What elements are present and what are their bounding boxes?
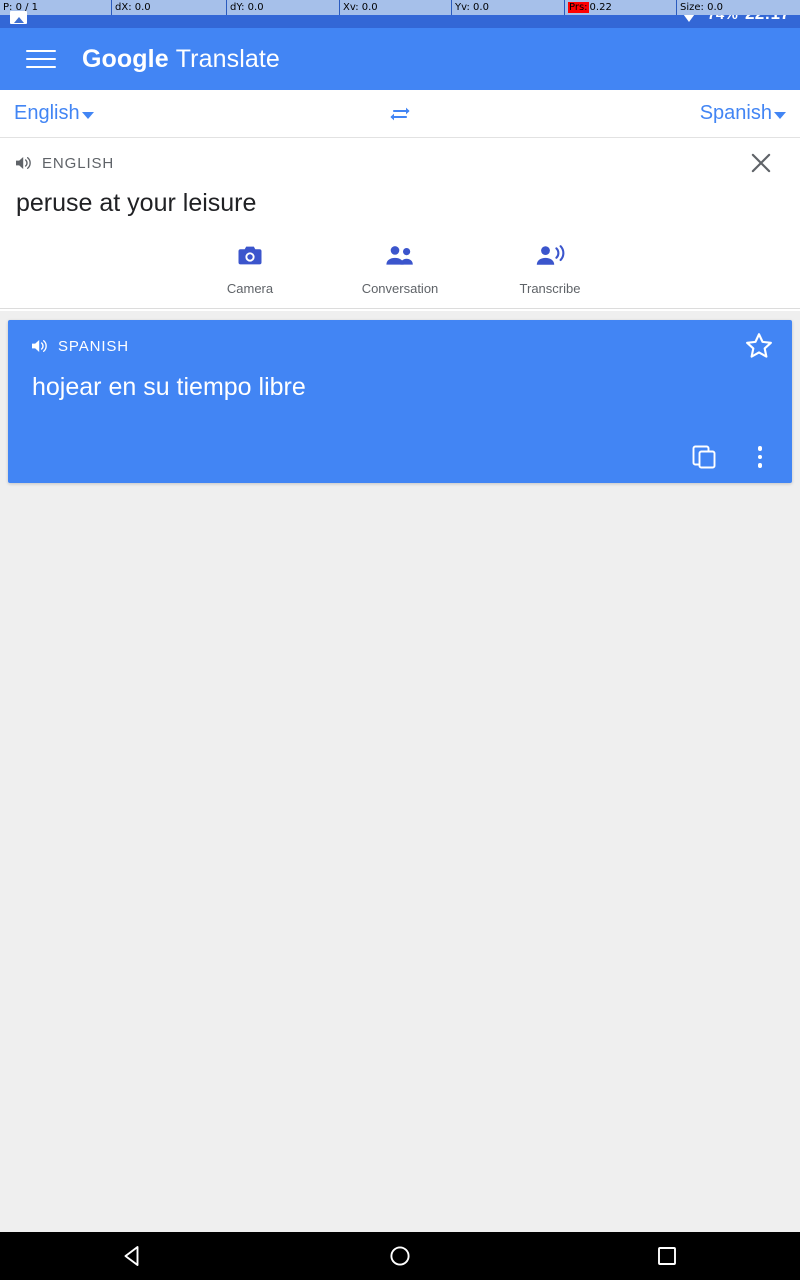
tablet-icon	[10, 11, 27, 24]
home-icon	[390, 1246, 410, 1266]
debug-dy: dY: 0.0	[227, 0, 340, 15]
target-language-label: Spanish	[699, 102, 772, 124]
target-language-indicator: SPANISH	[58, 337, 130, 355]
transcribe-icon-wrap	[535, 240, 565, 272]
action-button-row: Camera Conversation Transcribe	[0, 240, 800, 309]
source-language-label: English	[14, 102, 80, 124]
source-language-selector[interactable]: English	[14, 102, 94, 125]
debug-dx: dX: 0.0	[112, 0, 227, 15]
android-navigation-bar	[0, 1232, 800, 1280]
source-text-panel: ENGLISH peruse at your leisure Camera Co…	[0, 138, 800, 311]
copy-button[interactable]	[686, 439, 722, 475]
debug-size: Size: 0.0	[680, 2, 723, 13]
pointer-debug-overlay: P: 0 / 1 dX: 0.0 dY: 0.0 Xv: 0.0 Yv: 0.0…	[0, 0, 800, 15]
source-header: ENGLISH	[0, 138, 800, 188]
conversation-action-button[interactable]: Conversation	[325, 240, 475, 296]
camera-icon	[238, 246, 262, 265]
transcribe-icon	[536, 245, 565, 265]
swap-languages-icon	[390, 107, 410, 120]
swap-languages-button[interactable]	[378, 94, 422, 134]
translation-header: SPANISH	[8, 320, 792, 372]
debug-yv: Yv: 0.0	[452, 0, 565, 15]
transcribe-action-label: Transcribe	[519, 281, 581, 296]
debug-pressure-label: Prs:	[568, 2, 589, 13]
source-text[interactable]: peruse at your leisure	[0, 188, 800, 240]
debug-pressure-value: 0.22	[589, 2, 612, 13]
camera-icon-wrap	[237, 240, 263, 272]
app-title: Google Translate	[82, 45, 280, 74]
close-icon[interactable]	[748, 150, 774, 176]
more-options-button[interactable]	[742, 439, 778, 475]
app-bar: Google Translate	[0, 28, 800, 90]
camera-action-button[interactable]: Camera	[175, 240, 325, 296]
nav-back-button[interactable]	[73, 1232, 193, 1280]
more-vertical-icon	[757, 446, 763, 468]
conversation-icon	[386, 246, 413, 265]
translation-text[interactable]: hojear en su tiempo libre	[8, 372, 792, 402]
speaker-icon[interactable]	[30, 338, 50, 354]
nav-recents-button[interactable]	[607, 1232, 727, 1280]
chevron-down-icon	[774, 112, 786, 119]
chevron-down-icon	[81, 112, 94, 119]
camera-action-label: Camera	[226, 281, 274, 296]
debug-pressure: Prs: 0.22	[565, 0, 677, 15]
speaker-icon[interactable]	[14, 155, 34, 171]
translation-card-actions	[686, 439, 778, 475]
target-language-selector[interactable]: Spanish	[700, 102, 786, 125]
brand-translate: Translate	[175, 44, 280, 73]
transcribe-action-button[interactable]: Transcribe	[475, 240, 625, 296]
conversation-icon-wrap	[384, 240, 416, 272]
language-selector-bar: English Spanish	[0, 90, 800, 138]
nav-home-button[interactable]	[340, 1232, 460, 1280]
recents-icon	[657, 1247, 676, 1265]
source-language-indicator: ENGLISH	[42, 154, 115, 172]
debug-xv: Xv: 0.0	[340, 0, 452, 15]
brand-google: Google	[82, 44, 169, 73]
star-outline-icon[interactable]	[744, 331, 774, 361]
hamburger-menu-icon[interactable]	[26, 48, 56, 70]
back-icon	[124, 1246, 139, 1266]
translation-card: SPANISH hojear en su tiempo libre	[8, 320, 792, 483]
conversation-action-label: Conversation	[361, 281, 439, 296]
copy-icon	[692, 445, 716, 469]
